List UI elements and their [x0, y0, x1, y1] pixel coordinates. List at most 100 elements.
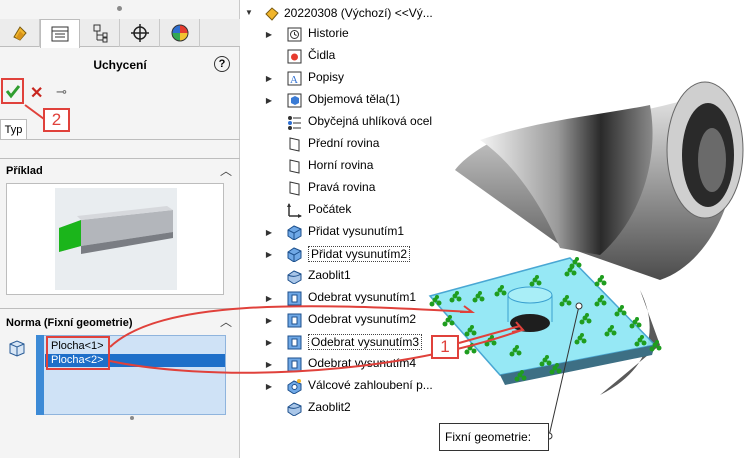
- tree-item-label[interactable]: Odebrat vysunutím3: [308, 334, 423, 350]
- svg-text:A: A: [290, 74, 298, 86]
- fixture-anchor-icon: [442, 315, 455, 327]
- expand-arrow-icon[interactable]: ▶: [264, 250, 274, 259]
- part-icon: [265, 7, 279, 21]
- fixture-anchor-icon: [559, 295, 572, 307]
- tree-item-label[interactable]: Zaoblit2: [308, 400, 351, 414]
- expand-arrow-icon[interactable]: ▶: [264, 30, 274, 39]
- expand-arrow-icon[interactable]: ▶: [264, 338, 274, 347]
- dimxpert-icon: [130, 24, 149, 42]
- feature-tree: ▼ 20220308 (Výchozí) <<Vý... ▶ Historie Či…: [240, 0, 440, 458]
- extrude-cut-icon: [287, 291, 302, 306]
- fixture-anchor-icon: [449, 291, 462, 303]
- fixed-geometry-label[interactable]: Fixní geometrie:: [439, 423, 549, 451]
- collapse-arrow-icon[interactable]: ▼: [244, 8, 254, 17]
- ok-button[interactable]: [1, 78, 24, 104]
- expand-arrow-icon[interactable]: ▶: [264, 382, 274, 391]
- expand-arrow-icon[interactable]: ▶: [264, 294, 274, 303]
- fixture-anchor-icon: [569, 257, 582, 269]
- tree-item-label[interactable]: Odebrat vysunutím2: [308, 312, 416, 326]
- fixed-face-example-icon: [59, 206, 173, 254]
- fixed-geometry-text: Fixní geometrie:: [445, 430, 532, 444]
- extrude-cut-icon: [287, 313, 302, 328]
- tab-property-manager[interactable]: [40, 19, 80, 48]
- tree-item-label[interactable]: Odebrat vysunutím1: [308, 290, 416, 304]
- history-icon: [287, 27, 302, 42]
- divider: [0, 139, 240, 140]
- annotations-icon: A: [287, 71, 302, 86]
- checkmark-icon: [5, 85, 20, 99]
- solid-bodies-icon: [287, 93, 302, 108]
- expand-arrow-icon[interactable]: ▶: [264, 360, 274, 369]
- tab-dimxpert[interactable]: [120, 19, 160, 47]
- divider: [0, 308, 240, 309]
- expand-arrow-icon[interactable]: ▶: [264, 96, 274, 105]
- fixture-anchor-icon: [464, 343, 477, 355]
- callout-2: 2: [43, 108, 70, 132]
- cancel-button[interactable]: ✕: [30, 83, 43, 103]
- fixture-symbols: [429, 257, 662, 382]
- plane-icon: [289, 181, 300, 196]
- fillet-icon: [287, 402, 302, 416]
- list-resize-grip[interactable]: [130, 416, 134, 420]
- help-icon[interactable]: ?: [214, 56, 230, 72]
- fixture-anchor-icon: [484, 335, 497, 347]
- tree-item-label[interactable]: Čidla: [308, 48, 335, 62]
- tree-item-label[interactable]: Přední rovina: [308, 136, 379, 150]
- configuration-manager-icon: [93, 24, 107, 43]
- extrude-boss-icon: [287, 225, 302, 240]
- manager-tabs: [0, 19, 240, 48]
- extrude-cut-icon: [287, 335, 302, 350]
- fixture-anchor-icon: [472, 291, 485, 303]
- tab-display-manager[interactable]: [160, 19, 200, 47]
- tree-item-label[interactable]: Zaoblit1: [308, 268, 351, 282]
- expand-arrow-icon[interactable]: ▶: [264, 228, 274, 237]
- tree-item-label[interactable]: Horní rovina: [308, 158, 373, 172]
- fixture-anchor-icon: [594, 275, 607, 287]
- page-title: Uchycení: [93, 58, 147, 72]
- fixture-anchor-icon: [614, 305, 627, 317]
- tree-item-label[interactable]: Pravá rovina: [308, 180, 375, 194]
- extrude-boss-icon: [287, 247, 302, 262]
- tab-feature-manager[interactable]: [0, 19, 40, 47]
- plane-icon: [289, 137, 300, 152]
- plane-icon: [289, 159, 300, 174]
- panel-grip[interactable]: [117, 6, 122, 11]
- collapse-chevron-icon[interactable]: ︿: [220, 313, 232, 330]
- selection-list-bar: [36, 335, 44, 415]
- tab-type[interactable]: Typ: [0, 119, 27, 139]
- tree-item-label[interactable]: Objemová těla(1): [308, 92, 400, 106]
- pin-button[interactable]: ⊸: [56, 84, 67, 100]
- display-manager-icon: [171, 24, 188, 42]
- collapse-chevron-icon[interactable]: ︿: [220, 162, 232, 179]
- tree-item-label[interactable]: Odebrat vysunutím4: [308, 356, 416, 370]
- fixture-anchor-icon: [604, 325, 617, 337]
- tree-item-label[interactable]: Přidat vysunutím1: [308, 224, 404, 238]
- extrude-cut-icon: [287, 357, 302, 372]
- tree-item-label[interactable]: Válcové zahloubení p...: [308, 378, 433, 392]
- leader-line: [545, 302, 583, 440]
- part-model[interactable]: [428, 81, 744, 395]
- fixture-anchor-icon: [649, 340, 662, 352]
- highlight-frame: [46, 336, 110, 370]
- callout-1: 1: [431, 335, 459, 359]
- expand-arrow-icon[interactable]: ▶: [264, 74, 274, 83]
- fixture-anchor-icon: [514, 370, 527, 382]
- fixture-anchor-icon: [549, 363, 562, 375]
- tree-item-label[interactable]: Obyčejná uhlíková ocel: [308, 114, 432, 128]
- property-manager-panel: Uchycení ? ✕ ⊸ 2 Typ Příklad ︿ Norma (Fi…: [0, 0, 240, 458]
- tree-item-label[interactable]: Popisy: [308, 70, 344, 84]
- tree-root-label[interactable]: 20220308 (Výchozí) <<Vý...: [284, 6, 433, 20]
- tree-item-label[interactable]: Přidat vysunutím2: [308, 246, 411, 262]
- fixture-anchor-icon: [629, 317, 642, 329]
- tree-item-label[interactable]: Historie: [308, 26, 349, 40]
- divider: [0, 158, 240, 159]
- expand-arrow-icon[interactable]: ▶: [264, 316, 274, 325]
- tree-item-label[interactable]: Počátek: [308, 202, 351, 216]
- origin-icon: [287, 203, 302, 218]
- fixture-anchor-icon: [564, 265, 577, 277]
- sensor-icon: [287, 49, 302, 64]
- tab-configuration-manager[interactable]: [80, 19, 120, 47]
- fixture-anchor-icon: [594, 295, 607, 307]
- feature-manager-icon: [12, 26, 27, 41]
- face-selection-icon: [9, 340, 25, 357]
